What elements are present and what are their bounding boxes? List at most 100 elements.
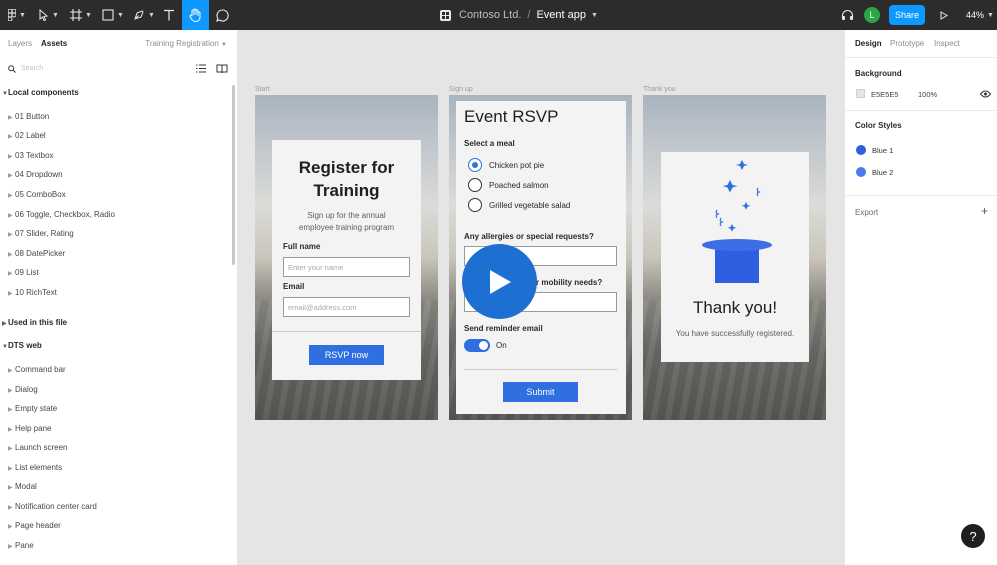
list-item[interactable]: ▶ Dialog	[8, 385, 38, 394]
help-button[interactable]: ?	[961, 524, 985, 548]
tab-design[interactable]: Design	[855, 39, 882, 48]
reminder-toggle[interactable]	[464, 339, 490, 352]
card-title-line1: Register for	[298, 158, 395, 177]
color-style-name[interactable]: Blue 2	[872, 168, 893, 177]
team-name[interactable]: Contoso Ltd.	[459, 9, 521, 21]
library-icon[interactable]	[216, 64, 228, 74]
eye-icon[interactable]	[980, 90, 991, 98]
card-subtitle-line1: Sign up for the annual	[307, 211, 386, 220]
list-item[interactable]: ▶ Pane	[8, 541, 34, 550]
list-item[interactable]: ▶ 09 List	[8, 268, 39, 277]
frame-label-sign-up[interactable]: Sign up	[449, 86, 473, 93]
list-item[interactable]: ▶ 05 ComboBox	[8, 190, 66, 199]
list-item[interactable]: ▶ 08 DatePicker	[8, 249, 65, 258]
team-icon	[440, 9, 451, 21]
radio-label: Poached salmon	[489, 180, 549, 190]
list-item[interactable]: ▶ 06 Toggle, Checkbox, Radio	[8, 210, 115, 219]
list-item-label: 04 Dropdown	[15, 170, 63, 179]
list-item-label: 08 DatePicker	[15, 249, 66, 258]
chevron-down-icon[interactable]: ▼	[591, 12, 598, 19]
meal-option-salad[interactable]: Grilled vegetable salad	[468, 198, 570, 212]
search-bar[interactable]: Search	[0, 61, 237, 79]
play-icon	[940, 10, 948, 20]
magic-hat-icon	[702, 160, 772, 283]
color-style-swatch[interactable]	[856, 145, 866, 155]
tab-inspect[interactable]: Inspect	[934, 39, 960, 48]
email-field[interactable]: email@address.com	[283, 297, 410, 317]
pen-tool-button[interactable]: ▼	[131, 0, 157, 30]
text-tool-button[interactable]	[158, 0, 180, 30]
section-used-in-file[interactable]: ▶Used in this file	[2, 318, 67, 327]
list-item[interactable]: ▶ 04 Dropdown	[8, 170, 63, 179]
chevron-right-icon: ▶	[8, 544, 13, 550]
list-item[interactable]: ▶ 10 RichText	[8, 288, 57, 297]
submit-button[interactable]: Submit	[503, 382, 578, 402]
comment-tool-button[interactable]	[211, 0, 233, 30]
assets-panel: Layers Assets Training Registration ▼ Se…	[0, 30, 238, 565]
canvas[interactable]: Start Sign up Thank you Register for Tra…	[238, 30, 844, 565]
figma-logo-icon	[8, 9, 17, 21]
frame-tool-button[interactable]: ▼	[68, 0, 94, 30]
list-item[interactable]: ▶ Empty state	[8, 404, 57, 413]
name-field[interactable]: Enter your name	[283, 257, 410, 277]
list-item[interactable]: ▶ 03 Textbox	[8, 151, 54, 160]
tab-layers[interactable]: Layers	[8, 39, 32, 48]
move-tool-button[interactable]: ▼	[36, 0, 62, 30]
add-export-button[interactable]: +	[981, 204, 988, 218]
list-item[interactable]: ▶ List elements	[8, 463, 62, 472]
list-item[interactable]: ▶ Help pane	[8, 424, 51, 433]
rsvp-button[interactable]: RSVP now	[309, 345, 384, 365]
frame-label-start[interactable]: Start	[255, 86, 270, 93]
chevron-right-icon: ▶	[8, 134, 13, 140]
tab-prototype[interactable]: Prototype	[890, 39, 924, 48]
color-styles-header: Color Styles	[855, 121, 902, 130]
list-item[interactable]: ▶ 02 Label	[8, 131, 46, 140]
chevron-right-icon: ▶	[8, 505, 13, 511]
list-item-label: Empty state	[15, 404, 58, 413]
file-name[interactable]: Event app	[536, 9, 586, 21]
hand-tool-button[interactable]	[182, 0, 209, 30]
color-style-name[interactable]: Blue 1	[872, 146, 893, 155]
divider	[845, 110, 997, 111]
tab-assets[interactable]: Assets	[41, 39, 67, 48]
share-button[interactable]: Share	[889, 5, 925, 25]
list-item[interactable]: ▶ Launch screen	[8, 443, 67, 452]
color-style-swatch[interactable]	[856, 167, 866, 177]
list-view-icon[interactable]	[196, 64, 206, 73]
meal-option-salmon[interactable]: Poached salmon	[468, 178, 549, 192]
background-swatch[interactable]	[856, 89, 865, 98]
chevron-down-icon: ▼	[52, 11, 59, 19]
video-play-button[interactable]	[462, 244, 537, 319]
background-hex[interactable]: E5E5E5	[871, 90, 899, 99]
search-input[interactable]: Search	[21, 65, 43, 72]
cursor-icon	[39, 9, 49, 21]
audio-button[interactable]	[838, 0, 856, 30]
zoom-control[interactable]: 44% ▼	[966, 0, 994, 30]
section-local-components[interactable]: ▼Local components	[2, 88, 79, 97]
chevron-down-icon: ▼	[221, 42, 227, 48]
list-item[interactable]: ▶ Notification center card	[8, 502, 97, 511]
page-selector[interactable]: Training Registration ▼	[145, 39, 227, 48]
frame-thank-you[interactable]: Thank you! You have successfully registe…	[643, 95, 826, 420]
avatar[interactable]: L	[864, 7, 880, 23]
list-item-label: Launch screen	[15, 443, 68, 452]
present-button[interactable]	[936, 0, 952, 30]
chevron-right-icon: ▶	[8, 466, 13, 472]
list-item[interactable]: ▶ Modal	[8, 482, 37, 491]
section-label: Used in this file	[8, 318, 68, 327]
main-menu-button[interactable]: ▼	[4, 0, 30, 30]
name-label: Full name	[283, 242, 321, 251]
list-item[interactable]: ▶ 01 Button	[8, 112, 49, 121]
section-dts-web[interactable]: ▼DTS web	[2, 341, 42, 350]
list-item-label: Pane	[15, 541, 34, 550]
list-item[interactable]: ▶ Page header	[8, 521, 61, 530]
list-item[interactable]: ▶ 07 Slider, Rating	[8, 229, 74, 238]
background-opacity[interactable]: 100%	[918, 90, 937, 99]
frame-label-thank-you[interactable]: Thank you	[643, 86, 676, 93]
scrollbar[interactable]	[232, 85, 235, 265]
chevron-right-icon: ▶	[8, 154, 13, 160]
meal-option-chicken[interactable]: Chicken pot pie	[468, 158, 544, 172]
list-item[interactable]: ▶ Command bar	[8, 365, 66, 374]
frame-start[interactable]: Register for Training Sign up for the an…	[255, 95, 438, 420]
shape-tool-button[interactable]: ▼	[100, 0, 126, 30]
